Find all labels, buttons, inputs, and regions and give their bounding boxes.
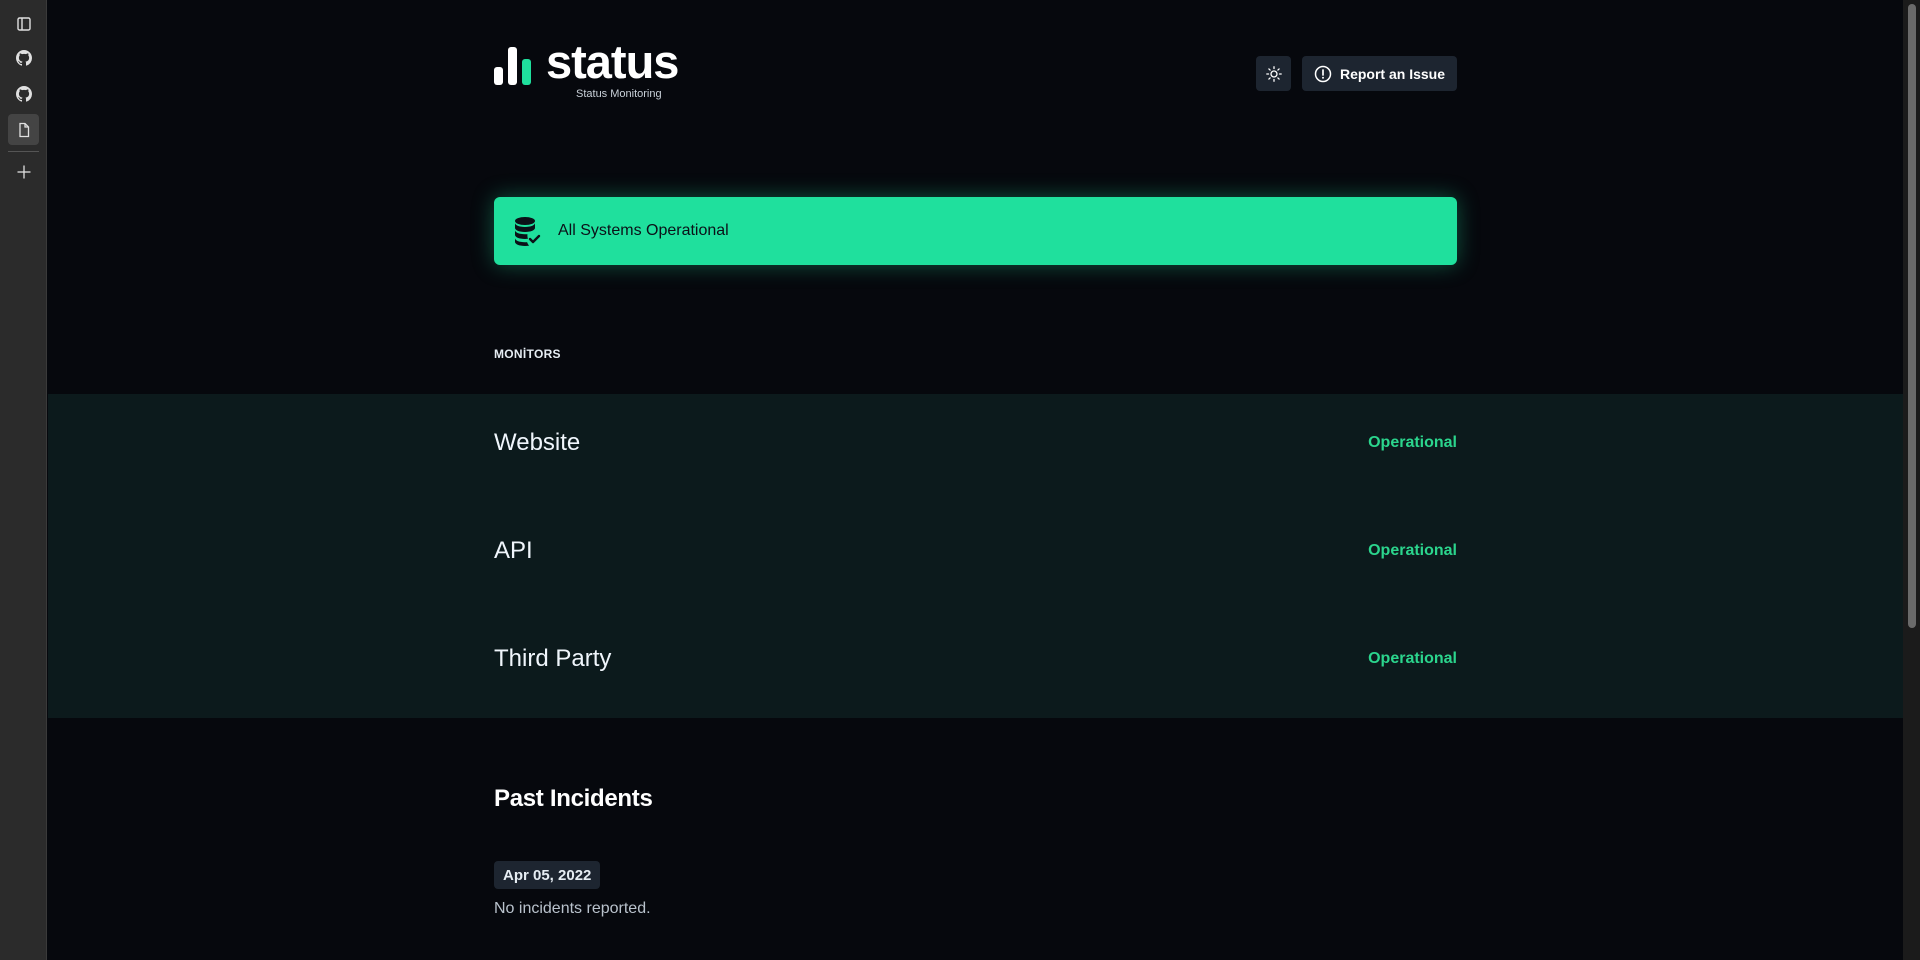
monitor-status: Operational xyxy=(1368,650,1457,667)
sun-icon xyxy=(1265,65,1282,82)
monitor-row-api[interactable]: API Operational xyxy=(494,531,1457,571)
panel-icon[interactable] xyxy=(8,8,39,39)
plus-icon[interactable] xyxy=(8,156,39,187)
logo-subtitle: Status Monitoring xyxy=(576,88,662,100)
report-issue-label: Report an Issue xyxy=(1339,65,1446,82)
logo-bars-icon xyxy=(494,47,531,85)
incident-date-badge: Apr 05, 2022 xyxy=(494,861,601,889)
status-banner: All Systems Operational xyxy=(494,197,1457,265)
page-header: status Status Monitoring Report an Issue xyxy=(494,35,1457,110)
status-banner-text: All Systems Operational xyxy=(558,222,729,239)
monitor-name: API xyxy=(494,537,533,564)
scrollbar[interactable] xyxy=(1903,0,1920,960)
incident-message: No incidents reported. xyxy=(494,900,651,917)
monitors-list: Website Operational API Operational Thir… xyxy=(48,394,1903,718)
database-check-icon xyxy=(515,217,541,246)
sidebar-divider xyxy=(8,151,39,152)
monitor-name: Website xyxy=(494,429,581,456)
github-icon[interactable] xyxy=(8,78,39,109)
monitor-name: Third Party xyxy=(494,645,612,672)
github-icon[interactable] xyxy=(8,42,39,73)
theme-toggle-button[interactable] xyxy=(1256,56,1291,91)
logo-text: status xyxy=(546,35,679,88)
alert-circle-icon xyxy=(1314,65,1332,82)
monitor-status: Operational xyxy=(1368,434,1457,451)
document-icon[interactable] xyxy=(8,114,39,145)
monitors-heading: MONİTORS xyxy=(494,347,561,361)
monitor-status: Operational xyxy=(1368,542,1457,559)
past-incidents-heading: Past Incidents xyxy=(494,785,653,812)
report-issue-button[interactable]: Report an Issue xyxy=(1302,56,1457,91)
monitor-row-third-party[interactable]: Third Party Operational xyxy=(494,639,1457,679)
logo[interactable]: status Status Monitoring xyxy=(494,35,704,106)
scrollbar-thumb[interactable] xyxy=(1908,4,1916,628)
monitor-row-website[interactable]: Website Operational xyxy=(494,423,1457,463)
browser-sidebar xyxy=(0,0,47,960)
